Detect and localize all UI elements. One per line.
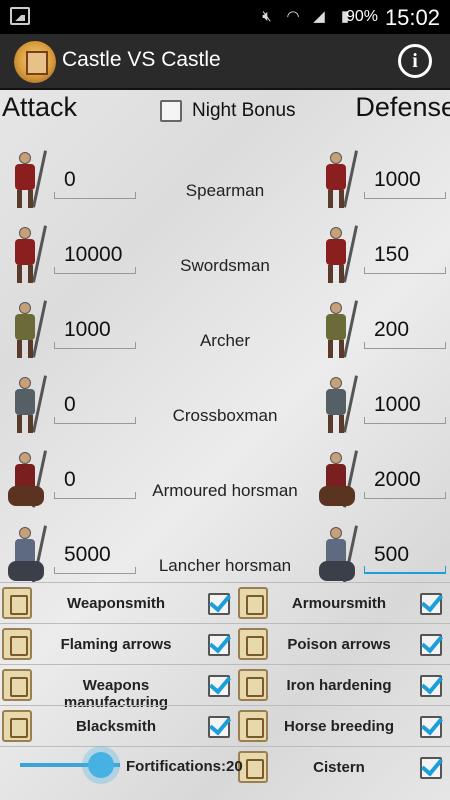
attack-count-input[interactable]: 0 [54,465,136,499]
wifi-icon: ◠ [286,8,300,25]
scroll-icon [2,710,32,742]
attack-count-input[interactable]: 0 [54,165,136,199]
app-title: Castle VS Castle [62,48,221,71]
unit-name: Armoured horsman [152,481,298,500]
swordsman-icon [315,225,359,285]
signal-icon: ◢ [313,8,325,25]
attack-count-input[interactable]: 10000 [54,240,136,274]
unit-row: 10000 Swordsman 150 [0,220,450,295]
lancer-horseman-icon [315,525,359,585]
defense-count-input[interactable]: 1000 [364,390,446,424]
attack-count-input[interactable]: 0 [54,390,136,424]
defense-count-input[interactable]: 2000 [364,465,446,499]
upgrade-row: Weaponsmith Armoursmith [0,582,450,623]
night-bonus-label: Night Bonus [192,100,296,121]
upgrade-label: Armoursmith [291,595,387,612]
upgrade-checkbox[interactable] [208,716,230,738]
scroll-icon [2,587,32,619]
spearman-icon [4,150,48,210]
battery-percent: 90% [345,8,378,25]
scroll-icon [238,587,268,619]
scroll-icon [238,628,268,660]
info-button[interactable]: i [398,44,432,78]
unit-name: Archer [199,331,251,350]
fortifications-slider-thumb[interactable] [88,752,114,778]
upgrade-checkbox[interactable] [208,593,230,615]
upgrade-row: Weapons manufacturing Iron hardening [0,664,450,711]
upgrade-row: Blacksmith Horse breeding [0,705,450,746]
swordsman-icon [4,225,48,285]
gallery-icon [10,7,30,25]
upgrade-label: Iron hardening [286,677,392,694]
upgrade-checkbox[interactable] [420,757,442,779]
unit-row: 0 Spearman 1000 [0,145,450,220]
upgrade-label: Cistern [313,759,365,776]
archer-icon [4,300,48,360]
armoured-horseman-icon [4,450,48,510]
fortifications-label: Fortifications:20 [126,758,243,775]
upgrade-label: Poison arrows [287,636,391,653]
night-bonus-toggle[interactable]: Night Bonus [160,100,296,122]
unit-row: 0 Crossboxman 1000 [0,370,450,445]
defense-count-input[interactable]: 500 [364,540,446,574]
attack-count-input[interactable]: 5000 [54,540,136,574]
armoured-horseman-icon [315,450,359,510]
scroll-icon [2,628,32,660]
unit-name: Lancher horsman [158,556,292,575]
upgrade-label: Weaponsmith [66,595,166,612]
defense-count-input[interactable]: 200 [364,315,446,349]
unit-name: Spearman [185,181,265,200]
upgrade-label: Flaming arrows [60,636,172,653]
upgrade-checkbox[interactable] [420,675,442,697]
attack-header: Attack [2,92,78,122]
upgrade-label: Horse breeding [283,718,395,735]
upgrade-checkbox[interactable] [420,716,442,738]
defense-count-input[interactable]: 150 [364,240,446,274]
defense-count-input[interactable]: 1000 [364,165,446,199]
lancer-horseman-icon [4,525,48,585]
upgrade-checkbox[interactable] [420,634,442,656]
unit-row: 1000 Archer 200 [0,295,450,370]
upgrade-checkbox[interactable] [208,675,230,697]
app-bar: Castle VS Castle i [0,34,450,90]
upgrade-label: Blacksmith [75,718,157,735]
scroll-icon [238,710,268,742]
unit-name: Swordsman [180,256,270,275]
crossbowman-icon [4,375,48,435]
crossbowman-icon [315,375,359,435]
upgrade-checkbox[interactable] [420,593,442,615]
attack-count-input[interactable]: 1000 [54,315,136,349]
mute-icon: 🔇︎ [262,8,272,25]
defense-header: Defense [355,92,450,122]
status-bar: 🔇︎ ◠ ◢ ▮ 90% 15:02 [0,0,450,34]
clock: 15:02 [384,5,440,30]
spearman-icon [315,150,359,210]
scroll-icon [238,669,268,701]
scroll-icon [2,669,32,701]
unit-row: 0 Armoured horsman 2000 [0,445,450,520]
castle-logo-icon [14,41,56,83]
upgrade-row: Flaming arrows Poison arrows [0,623,450,664]
archer-icon [315,300,359,360]
upgrade-checkbox[interactable] [208,634,230,656]
night-bonus-checkbox[interactable] [160,100,182,122]
unit-name: Crossboxman [172,406,278,425]
status-icons: 🔇︎ ◠ ◢ ▮ [258,6,354,28]
